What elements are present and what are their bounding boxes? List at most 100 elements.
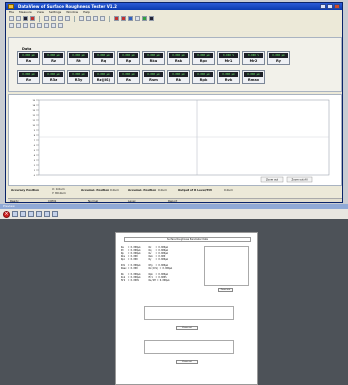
param-rp[interactable]: 0.000 μm Rp <box>117 51 140 65</box>
y-tick-label: 14 <box>32 105 35 107</box>
report-profile-graph-2 <box>144 340 234 354</box>
param-name: Rpc <box>199 59 208 63</box>
param-rpc[interactable]: 0.000 μm Rpc <box>192 51 215 65</box>
report-line: Rpc = 0.000 Ry = 0.000μm <box>121 258 169 261</box>
param-rz-jis[interactable]: 0.000 μm Rz(JIS) <box>92 70 115 84</box>
param-rv[interactable]: 0.000 μm Rv <box>17 70 40 84</box>
y-tick-label: 6 <box>34 145 36 147</box>
home-icon[interactable] <box>9 23 14 28</box>
menu-file[interactable]: File <box>9 10 14 15</box>
cursor-icon[interactable] <box>79 16 84 21</box>
menu-settings[interactable]: Settings <box>49 10 61 15</box>
param-rvk[interactable]: 0.000 μm Rvk <box>217 70 240 84</box>
param-name: Rv <box>25 78 32 82</box>
param-name: Rk <box>175 78 182 82</box>
param-name: Rsk <box>174 59 183 63</box>
table-icon[interactable] <box>44 23 49 28</box>
stop-icon[interactable] <box>114 16 119 21</box>
report-graph-label: Zoom out <box>218 288 233 292</box>
menu-measure[interactable]: Measure <box>19 10 32 15</box>
window-title: DataView of Surface Roughness Tester V1.… <box>18 4 117 9</box>
close-preview-icon[interactable]: × <box>3 210 10 218</box>
param-rpk[interactable]: 0.000 μm Rpk <box>192 70 215 84</box>
param-name: Rq <box>100 59 107 63</box>
param-rs[interactable]: 0.000 μm Rs <box>117 70 140 84</box>
param-rku[interactable]: 0.000 μm Rku <box>142 51 165 65</box>
accuracy-position-label: Accuracy Position <box>11 188 39 192</box>
param-name: Rpk <box>199 78 208 82</box>
param-r3y[interactable]: 0.000 μm R3y <box>67 70 90 84</box>
profile-graph[interactable]: Zoom out Zoom out All 15 14 13 12 11 10 9 8 7 6 5 4… <box>8 94 342 186</box>
close-button[interactable] <box>334 4 340 9</box>
profile-graph-svg: Zoom out Zoom out All 151413121110987654… <box>32 99 330 183</box>
y-tick-label: 10 <box>32 125 35 127</box>
y-tick-label: 3 <box>34 160 36 162</box>
minimize-button[interactable] <box>320 4 326 9</box>
export-icon[interactable] <box>51 23 56 28</box>
page-prev-icon[interactable] <box>36 211 42 217</box>
param-mr2[interactable]: 0.000 % Mr2 <box>242 51 265 65</box>
monitor-icon[interactable] <box>149 16 154 21</box>
zoom-in-icon[interactable] <box>44 16 49 21</box>
accumul-position-value: 0.0um <box>110 188 119 192</box>
param-name: Rku <box>149 59 158 63</box>
measure-line-icon[interactable] <box>86 16 91 21</box>
refresh-icon[interactable] <box>30 23 35 28</box>
param-name: Rmax <box>247 78 260 82</box>
measure-icon[interactable] <box>30 16 35 21</box>
param-rsk[interactable]: 0.000 μm Rsk <box>167 51 190 65</box>
menu-help[interactable]: Help <box>83 10 90 15</box>
report-mini-graph <box>204 246 249 286</box>
param-rk[interactable]: 0.000 μm Rk <box>167 70 190 84</box>
param-name: R3y <box>74 78 83 82</box>
param-rmax[interactable]: 0.000 μm Rmax <box>242 70 265 84</box>
param-rsm[interactable]: 0.000 μm Rsm <box>142 70 165 84</box>
param-rt[interactable]: 0.000 μm Rt <box>67 51 90 65</box>
save-icon[interactable] <box>23 16 28 21</box>
param-rq[interactable]: 0.000 μm Rq <box>92 51 115 65</box>
report-title: Surface Roughness Parameter Data <box>124 237 251 242</box>
back-icon[interactable] <box>16 23 21 28</box>
app-icon <box>8 4 14 9</box>
print-icon[interactable] <box>58 16 63 21</box>
forward-icon[interactable] <box>23 23 28 28</box>
report-profile-label-2: Zoom out <box>176 360 198 364</box>
page-next-icon[interactable] <box>44 211 50 217</box>
y-tick-label: 11 <box>32 120 35 122</box>
param-mr1[interactable]: 0.000 % Mr1 <box>217 51 240 65</box>
param-rz[interactable]: 0.000 μm Rz <box>42 51 65 65</box>
output-value: 0.0um <box>224 188 233 192</box>
preview-icon[interactable] <box>65 16 70 21</box>
y-tick-label: 2 <box>34 165 36 167</box>
param-name: R3z <box>49 78 58 82</box>
y-tick-label: 5 <box>34 150 36 152</box>
tilt-icon[interactable] <box>100 16 105 21</box>
new-icon[interactable] <box>9 16 14 21</box>
parameter-panel: Data 0.000 μm Ra 0.000 μm Rz 0.000 μm Rt 0.… <box>8 37 342 92</box>
param-r3z[interactable]: 0.000 μm R3z <box>42 70 65 84</box>
start-icon[interactable] <box>121 16 126 21</box>
filter-icon[interactable] <box>37 23 42 28</box>
zoom-out-icon[interactable] <box>28 211 34 217</box>
zoom-out-icon[interactable] <box>51 16 56 21</box>
toolbar-1 <box>6 15 342 22</box>
zoom-out-button[interactable]: Zoom out <box>266 178 278 182</box>
save-report-icon[interactable] <box>52 211 58 217</box>
zoom-in-icon[interactable] <box>20 211 26 217</box>
level-icon[interactable] <box>93 16 98 21</box>
status-ready: Ready <box>10 199 19 203</box>
report-icon[interactable] <box>142 16 147 21</box>
open-icon[interactable] <box>16 16 21 21</box>
maximize-button[interactable] <box>327 4 333 9</box>
settings-icon[interactable] <box>128 16 133 21</box>
menu-window[interactable]: Window <box>66 10 78 15</box>
param-name: Mr1 <box>224 59 233 63</box>
print-icon[interactable] <box>12 211 18 217</box>
param-name: Rt <box>76 59 81 63</box>
help-icon[interactable] <box>58 23 63 28</box>
menu-view[interactable]: View <box>37 10 44 15</box>
zoom-out-all-button[interactable]: Zoom out All <box>292 178 308 182</box>
grid-icon[interactable] <box>135 16 140 21</box>
param-ry[interactable]: 0.000 μm Ry <box>267 51 290 65</box>
param-ra[interactable]: 0.000 μm Ra <box>17 51 40 65</box>
